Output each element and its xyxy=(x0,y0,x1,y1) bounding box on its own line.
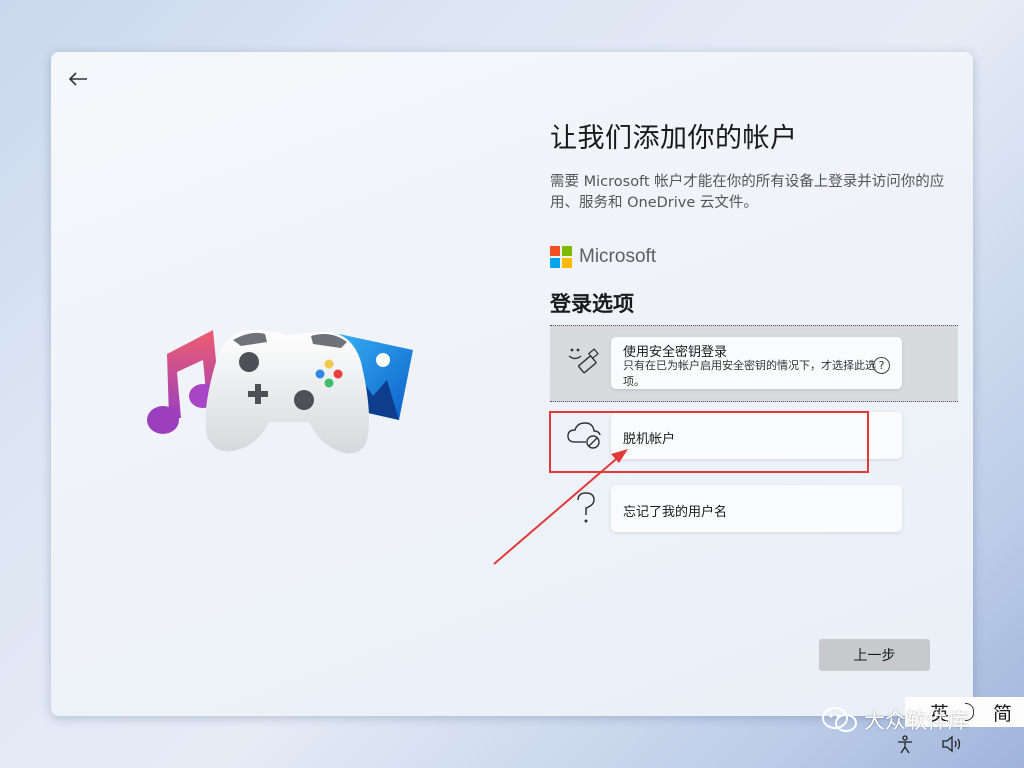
gamepad-icon xyxy=(205,329,369,454)
ime-simplified-label[interactable]: 简 xyxy=(993,699,1012,726)
microsoft-logo: Microsoft xyxy=(550,246,656,268)
previous-button[interactable]: 上一步 xyxy=(819,639,930,671)
volume-icon[interactable] xyxy=(940,734,964,754)
microsoft-grid-icon xyxy=(550,246,572,268)
page-title: 让我们添加你的帐户 xyxy=(550,123,798,154)
help-icon[interactable]: ? xyxy=(873,357,890,374)
brand-name: Microsoft xyxy=(579,246,657,267)
watermark-text: 大众软件库 xyxy=(864,709,969,733)
watermark: 大众软件库 xyxy=(822,705,969,735)
back-arrow-icon xyxy=(68,72,87,86)
wechat-icon xyxy=(822,707,857,732)
security-key-icon xyxy=(566,344,602,380)
section-title: 登录选项 xyxy=(550,292,634,316)
question-mark-icon xyxy=(573,490,599,526)
accessibility-icon[interactable] xyxy=(895,734,915,754)
option-forgot-username[interactable]: 忘记了我的用户名 xyxy=(611,485,902,532)
hero-illustration xyxy=(147,329,413,454)
option-security-key-card[interactable]: 使用安全密钥登录 只有在已为帐户启用安全密钥的情况下，才选择此选项。 ? xyxy=(611,337,902,389)
page-description: 需要 Microsoft 帐户才能在你的所有设备上登录并访问你的应用、服务和 O… xyxy=(550,174,945,211)
option-security-key[interactable]: 使用安全密钥登录 只有在已为帐户启用安全密钥的情况下，才选择此选项。 ? xyxy=(550,325,958,402)
setup-window: 让我们添加你的帐户 需要 Microsoft 帐户才能在你的所有设备上登录并访问… xyxy=(51,52,973,716)
option-detail: 只有在已为帐户启用安全密钥的情况下，才选择此选项。 xyxy=(623,359,876,388)
option-label: 忘记了我的用户名 xyxy=(623,505,728,520)
back-button[interactable] xyxy=(63,66,93,92)
highlight-box xyxy=(549,411,869,473)
